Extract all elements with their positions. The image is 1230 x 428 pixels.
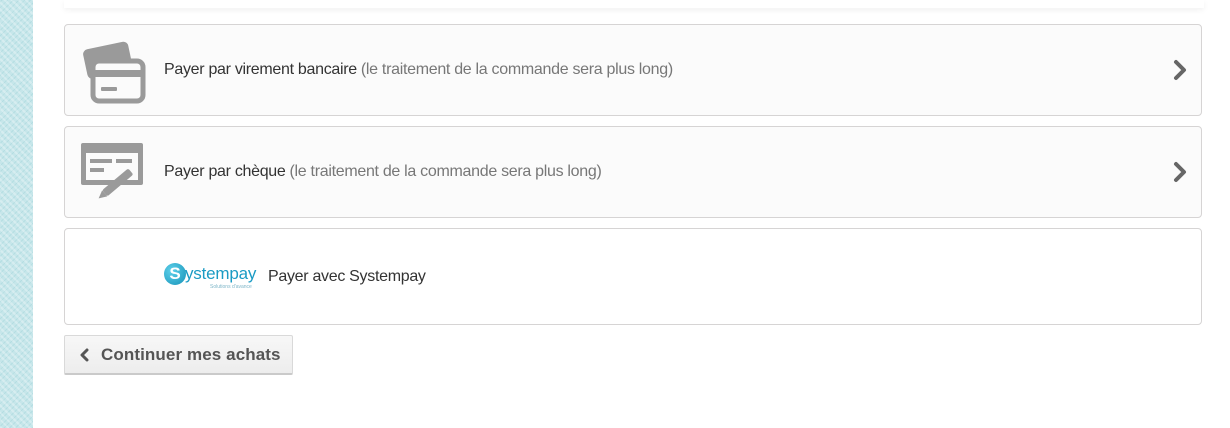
payment-option-cheque[interactable]: Payer par chèque (le traitement de la co… [64, 126, 1202, 218]
payment-option-systempay[interactable]: S ystempay Solutions d'avance Payer avec… [64, 228, 1202, 325]
payment-option-note: (le traitement de la commande sera plus … [360, 61, 673, 78]
payment-option-title: Payer par virement bancaire [164, 61, 357, 78]
systempay-logo-mark: S [164, 263, 186, 285]
systempay-logo-tagline: Solutions d'avance [210, 284, 252, 290]
payment-option-title: Payer par chèque [164, 163, 286, 180]
payment-option-text: Payer par chèque (le traitement de la co… [164, 127, 602, 217]
continue-shopping-label: Continuer mes achats [101, 345, 281, 364]
chevron-right-icon [1174, 60, 1186, 80]
chevron-right-icon [1174, 162, 1186, 182]
payment-option-note: (le traitement de la commande sera plus … [289, 163, 602, 180]
payment-option-title: Payer avec Systempay [268, 267, 426, 285]
systempay-logo-wordmark: ystempay [185, 264, 257, 283]
bank-card-icon [83, 41, 146, 104]
systempay-logo: S ystempay Solutions d'avance [164, 262, 264, 292]
continue-shopping-button[interactable]: Continuer mes achats [64, 335, 293, 375]
chevron-left-icon [80, 348, 89, 362]
payment-option-bank-transfer[interactable]: Payer par virement bancaire (le traiteme… [64, 24, 1202, 116]
side-background-pattern [0, 0, 33, 428]
payment-option-text: Payer par virement bancaire (le traiteme… [164, 25, 673, 115]
top-panel-edge [64, 0, 1204, 8]
cheque-icon [81, 143, 143, 199]
